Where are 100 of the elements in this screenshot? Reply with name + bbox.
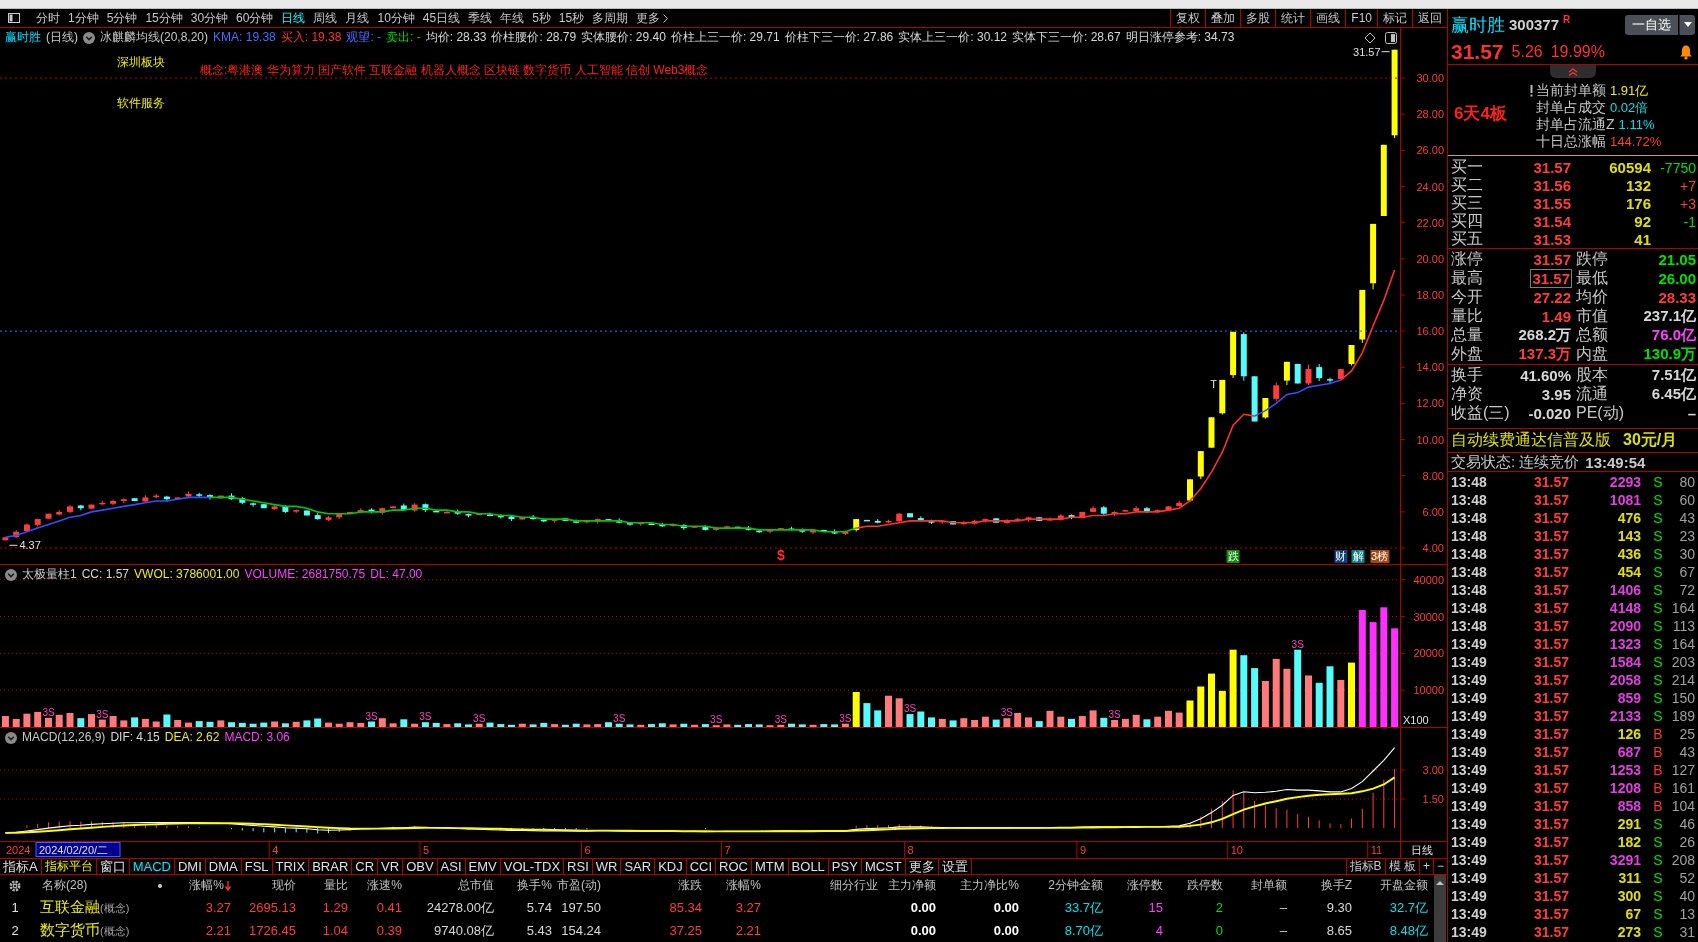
panel-toggle-icon[interactable] xyxy=(1385,32,1397,44)
indicator-tab[interactable]: VOL-TDX xyxy=(500,859,565,874)
chevron-down-circle-icon[interactable] xyxy=(83,31,95,44)
indicator-tab[interactable]: BOLL xyxy=(788,859,829,874)
period-tab[interactable]: 日线 xyxy=(277,9,310,27)
indicator-tab[interactable]: TRIX xyxy=(272,859,310,874)
tick-price: 31.57 xyxy=(1533,744,1569,760)
volume-bar xyxy=(917,711,925,727)
scrollbar[interactable] xyxy=(1434,875,1446,942)
indicator-tab[interactable]: RSI xyxy=(564,859,593,874)
toolbar-button[interactable]: F10 xyxy=(1345,9,1377,27)
column-header[interactable]: 名称(28) xyxy=(30,877,90,894)
indicator-tab[interactable]: SAR xyxy=(621,859,656,874)
tick-count: 31 xyxy=(1679,924,1695,940)
indicator-tab[interactable]: VR xyxy=(378,859,404,874)
column-header[interactable]: 涨停数 xyxy=(1125,877,1165,894)
period-tab[interactable]: 周线 xyxy=(309,9,342,27)
period-tab[interactable]: 月线 xyxy=(341,9,374,27)
period-tab[interactable]: 季线 xyxy=(464,9,497,27)
column-header[interactable]: 封单额 xyxy=(1249,877,1289,894)
bell-icon[interactable] xyxy=(1679,44,1693,60)
tick-volume: 859 xyxy=(1617,690,1641,706)
column-header[interactable]: 换手Z xyxy=(1318,877,1354,894)
sidebar-toggle-icon[interactable] xyxy=(8,13,20,23)
watchlist-button[interactable]: 一自选 xyxy=(1625,14,1678,35)
dropdown-button[interactable] xyxy=(1679,14,1695,35)
column-header[interactable]: 市盈(动) xyxy=(555,877,603,894)
diamond-icon[interactable] xyxy=(1364,32,1376,44)
indicator-tab[interactable]: MTM xyxy=(752,859,789,874)
column-header[interactable]: 涨速% xyxy=(365,877,404,894)
indicator-tab[interactable]: KDJ xyxy=(655,859,687,874)
column-header[interactable]: 现价 xyxy=(270,877,298,894)
period-tab[interactable]: 15秒 xyxy=(554,9,589,27)
tick-volume: 1584 xyxy=(1609,654,1641,670)
more-button[interactable]: 更多 xyxy=(632,9,673,27)
toolbar-button[interactable]: 指标B xyxy=(1345,859,1385,874)
period-tab[interactable]: 45日线 xyxy=(418,9,465,27)
indicator-tab[interactable]: EMV xyxy=(465,859,501,874)
column-header[interactable]: 涨幅% xyxy=(724,877,763,894)
sector-name[interactable]: 数字货币 xyxy=(40,921,100,940)
period-tab[interactable]: 30分钟 xyxy=(186,9,233,27)
volume-bar xyxy=(454,723,462,727)
indicator-tab[interactable]: 窗口 xyxy=(96,859,130,874)
column-header[interactable]: 总市值 xyxy=(456,877,496,894)
toolbar-button[interactable]: 复权 xyxy=(1170,9,1206,27)
toolbar-button[interactable]: 多股 xyxy=(1240,9,1276,27)
indicator-tab[interactable]: OBV xyxy=(403,859,438,874)
column-header[interactable]: 换手% xyxy=(515,877,554,894)
settings-icon[interactable] xyxy=(8,878,22,893)
period-tab[interactable]: 多周期 xyxy=(588,9,633,27)
toolbar-button[interactable]: 标记 xyxy=(1377,9,1412,27)
column-header[interactable]: 量比 xyxy=(322,877,350,894)
toolbar-button[interactable]: − xyxy=(1433,859,1447,874)
column-header[interactable]: 开盘金额 xyxy=(1378,877,1430,894)
indicator-tab[interactable]: CCI xyxy=(686,859,717,874)
indicator-tab[interactable]: PSY xyxy=(828,859,862,874)
sector-name[interactable]: 互联金融 xyxy=(40,898,100,917)
column-header[interactable]: 细分行业 xyxy=(828,877,880,894)
indicator-tab[interactable]: CR xyxy=(352,859,379,874)
indicator-tab[interactable]: 指标A xyxy=(0,859,42,874)
stock-code-suffix: R xyxy=(1563,14,1571,25)
indicator-tab[interactable]: 指标平台 xyxy=(41,859,97,874)
indicator-tab[interactable]: WR xyxy=(592,859,622,874)
column-header[interactable]: 主力净比% xyxy=(958,877,1021,894)
column-header[interactable]: 2分钟金额 xyxy=(1046,877,1105,894)
indicator-tab[interactable]: ASI xyxy=(437,859,466,874)
period-tab[interactable]: 5分钟 xyxy=(102,9,142,27)
tick-volume: 2133 xyxy=(1609,708,1641,724)
toolbar-button[interactable]: 叠加 xyxy=(1205,9,1241,27)
indicator-tab[interactable]: MCST xyxy=(861,859,906,874)
indicator-tab[interactable]: 设置 xyxy=(938,859,972,874)
collapse-tab[interactable] xyxy=(1550,65,1596,78)
toolbar-button[interactable]: 模 板 xyxy=(1384,859,1419,874)
column-header[interactable]: 涨幅% xyxy=(187,877,233,894)
toolbar-button[interactable]: 统计 xyxy=(1275,9,1311,27)
column-header[interactable]: 主力净额 xyxy=(886,877,938,894)
period-tab[interactable]: 1分钟 xyxy=(64,9,103,27)
indicator-tab[interactable]: BRAR xyxy=(309,859,353,874)
toolbar-button[interactable]: 返回 xyxy=(1412,9,1447,27)
toolbar-button[interactable]: 画线 xyxy=(1310,9,1346,27)
period-tab[interactable]: 5秒 xyxy=(528,9,555,27)
indicator-tab[interactable]: MACD xyxy=(129,859,175,874)
period-tab[interactable]: 10分钟 xyxy=(373,9,419,27)
indicator-tab[interactable]: FSL xyxy=(241,859,273,874)
scroll-up-icon[interactable] xyxy=(1435,879,1445,887)
column-header[interactable]: 涨跌 xyxy=(676,877,704,894)
indicator-tab[interactable]: ROC xyxy=(716,859,752,874)
promo-text[interactable]: 自动续费通达信普及版 xyxy=(1451,430,1611,451)
period-tab[interactable]: 60分钟 xyxy=(232,9,278,27)
chevron-down-circle-icon[interactable] xyxy=(5,731,17,744)
chevron-down-circle-icon[interactable] xyxy=(5,568,17,581)
period-tab[interactable]: 年线 xyxy=(496,9,529,27)
indicator-tab[interactable]: DMI xyxy=(174,859,206,874)
promo-price[interactable]: 30元/月 xyxy=(1623,430,1678,451)
indicator-tab[interactable]: DMA xyxy=(205,859,242,874)
toolbar-button[interactable]: + xyxy=(1418,859,1433,874)
column-header[interactable]: 跌停数 xyxy=(1185,877,1225,894)
period-tab[interactable]: 15分钟 xyxy=(141,9,187,27)
period-tab[interactable]: 分时 xyxy=(32,9,64,27)
indicator-tab[interactable]: 更多 xyxy=(905,859,939,874)
